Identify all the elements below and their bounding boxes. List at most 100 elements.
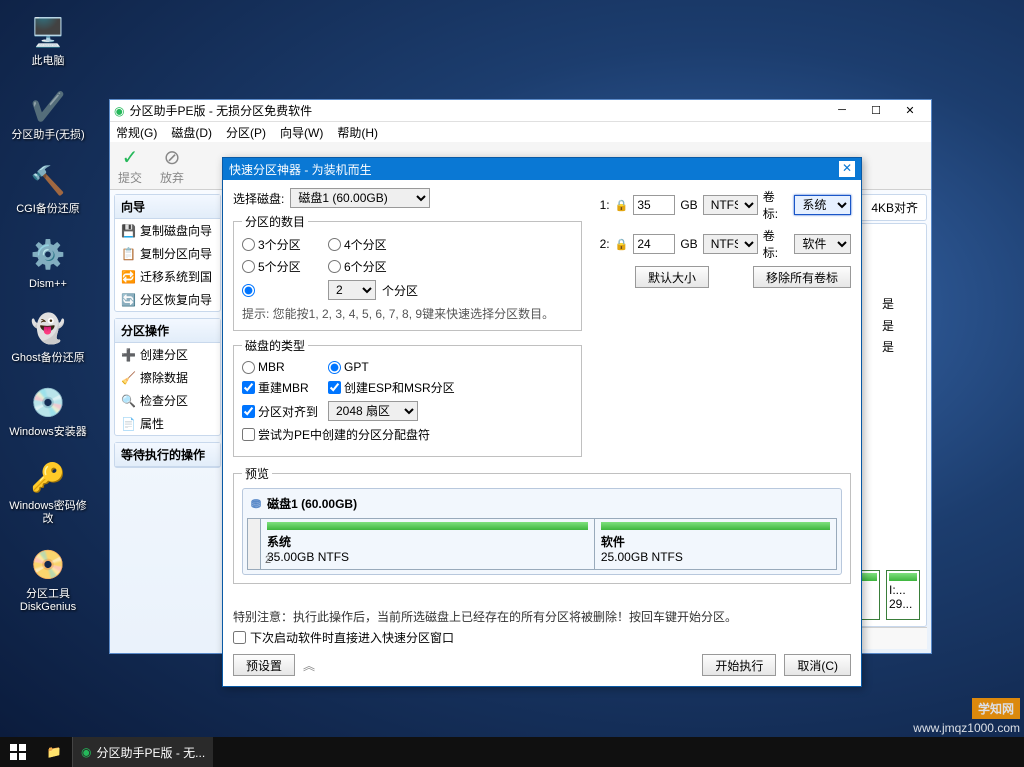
p1-fs-select[interactable]: NTFS <box>703 195 758 215</box>
check-partition-icon: 🔍 <box>121 394 135 408</box>
radio-6[interactable]: 6个分区 <box>328 258 408 275</box>
check-try-pe[interactable]: 尝试为PE中创建的分区分配盘符 <box>242 426 430 443</box>
preview-group: 预览 ⛃磁盘1 (60.00GB) 系统 35.00GB NTFS 2 软件 2… <box>233 465 851 584</box>
check-next-time[interactable]: 下次启动软件时直接进入快速分区窗口 <box>233 629 851 646</box>
op-properties[interactable]: 📄属性 <box>115 412 220 435</box>
partition-row-2: 2: 🔒 GB NTFS 卷标: 软件 <box>596 227 851 261</box>
p2-vol-select[interactable]: 软件 <box>794 234 851 254</box>
app-logo-icon: ◉ <box>114 104 124 118</box>
left-panel: 向导 💾复制磁盘向导 📋复制分区向导 🔁迁移系统到国 🔄分区恢复向导 分区操作 … <box>110 190 225 653</box>
quick-partition-dialog: 快速分区神器 - 为装机而生 ✕ 选择磁盘: 磁盘1 (60.00GB) 分区的… <box>222 157 862 687</box>
taskbar-active-app[interactable]: ◉分区助手PE版 - 无... <box>72 737 213 767</box>
desktop-icon-ghost[interactable]: 👻Ghost备份还原 <box>8 309 88 365</box>
wizard-migrate-os[interactable]: 🔁迁移系统到国 <box>115 265 220 288</box>
disk-select-label: 选择磁盘: <box>233 190 284 207</box>
custom-count-select[interactable]: 2 <box>328 280 376 300</box>
wizard-copy-disk[interactable]: 💾复制磁盘向导 <box>115 219 220 242</box>
desktop-icon-pc[interactable]: 🖥️此电脑 <box>8 12 88 68</box>
col-4k: 4KB对齐 <box>871 199 918 216</box>
partition-icon: 📋 <box>121 247 135 261</box>
p1-size-input[interactable] <box>633 195 675 215</box>
menu-partition[interactable]: 分区(P) <box>226 124 266 141</box>
p2-size-input[interactable] <box>633 234 675 254</box>
app-title: 分区助手PE版 - 无损分区免费软件 <box>129 102 312 119</box>
recover-icon: 🔄 <box>121 293 135 307</box>
lock-icon[interactable]: 🔒 <box>615 199 629 212</box>
wipe-icon: 🧹 <box>121 371 135 385</box>
clear-labels-button[interactable]: 移除所有卷标 <box>753 266 851 288</box>
radio-custom[interactable] <box>242 284 322 297</box>
menu-help[interactable]: 帮助(H) <box>337 124 378 141</box>
desktop-icon-diskgenius[interactable]: 📀分区工具DiskGenius <box>8 545 88 614</box>
panel-pending: 等待执行的操作 <box>114 442 221 468</box>
menu-general[interactable]: 常规(G) <box>116 124 157 141</box>
align-select[interactable]: 2048 扇区 <box>328 401 418 421</box>
op-wipe[interactable]: 🧹擦除数据 <box>115 366 220 389</box>
desktop-icon-winpass[interactable]: 🔑Windows密码修改 <box>8 457 88 526</box>
wizard-copy-partition[interactable]: 📋复制分区向导 <box>115 242 220 265</box>
discard-icon: ⊘ <box>160 145 184 169</box>
preset-button[interactable]: 预设置 <box>233 654 295 676</box>
menu-disk[interactable]: 磁盘(D) <box>171 124 212 141</box>
panel-title-ops: 分区操作 <box>115 319 220 343</box>
preview-bar: 系统 35.00GB NTFS 2 软件 25.00GB NTFS <box>247 518 837 570</box>
default-size-button[interactable]: 默认大小 <box>635 266 709 288</box>
minimize-button[interactable]: ─ <box>825 104 859 117</box>
desktop-icon-wininstall[interactable]: 💿Windows安装器 <box>8 383 88 439</box>
partition-row-1: 1: 🔒 GB NTFS 卷标: 系统 <box>596 188 851 222</box>
start-button[interactable]: 开始执行 <box>702 654 776 676</box>
wizard-recover-partition[interactable]: 🔄分区恢复向导 <box>115 288 220 311</box>
taskbar: 📁 ◉分区助手PE版 - 无... <box>0 737 1024 767</box>
menubar: 常规(G) 磁盘(D) 分区(P) 向导(W) 帮助(H) <box>110 122 931 142</box>
panel-title-wizard: 向导 <box>115 195 220 219</box>
check-align[interactable]: 分区对齐到 <box>242 403 322 420</box>
toolbar-discard[interactable]: ⊘放弃 <box>160 145 184 186</box>
radio-4[interactable]: 4个分区 <box>328 236 408 253</box>
chevron-up-icon[interactable]: ︽ <box>303 657 315 674</box>
maximize-button[interactable]: ☐ <box>859 104 893 117</box>
dialog-title: 快速分区神器 - 为装机而生 <box>229 161 372 178</box>
disk-type-group: 磁盘的类型 MBR GPT 重建MBR 创建ESP和MSR分区 分区对齐到 20… <box>233 337 582 457</box>
count-hint: 提示: 您能按1, 2, 3, 4, 5, 6, 7, 8, 9键来快速选择分区… <box>242 305 573 322</box>
disk-icon: ⛃ <box>251 497 261 511</box>
panel-title-pending: 等待执行的操作 <box>115 443 220 467</box>
watermark: 学知网 www.jmqz1000.com <box>913 698 1020 735</box>
close-button[interactable]: ✕ <box>893 104 927 117</box>
dialog-close-button[interactable]: ✕ <box>839 161 855 177</box>
partition-count-legend: 分区的数目 <box>242 213 308 230</box>
titlebar: ◉ 分区助手PE版 - 无损分区免费软件 ─ ☐ ✕ <box>110 100 931 122</box>
dialog-titlebar: 快速分区神器 - 为装机而生 ✕ <box>223 158 861 180</box>
preview-seg-1[interactable]: 系统 35.00GB NTFS 2 <box>261 519 595 569</box>
disk-select[interactable]: 磁盘1 (60.00GB) <box>290 188 430 208</box>
properties-icon: 📄 <box>121 417 135 431</box>
p1-vol-select[interactable]: 系统 <box>794 195 851 215</box>
radio-5[interactable]: 5个分区 <box>242 258 322 275</box>
radio-3[interactable]: 3个分区 <box>242 236 322 253</box>
disk-icon: 💾 <box>121 224 135 238</box>
radio-gpt[interactable]: GPT <box>328 360 408 374</box>
check-rebuild-mbr[interactable]: 重建MBR <box>242 379 322 396</box>
warning-text: 特别注意：执行此操作后，当前所选磁盘上已经存在的所有分区将被删除！按回车键开始分… <box>233 608 851 625</box>
op-check[interactable]: 🔍检查分区 <box>115 389 220 412</box>
desktop-icon-partition[interactable]: ✔️分区助手(无损) <box>8 86 88 142</box>
op-create[interactable]: ➕创建分区 <box>115 343 220 366</box>
cancel-button[interactable]: 取消(C) <box>784 654 851 676</box>
desktop-icon-cgi[interactable]: 🔨CGI备份还原 <box>8 160 88 216</box>
desktop-icons: 🖥️此电脑 ✔️分区助手(无损) 🔨CGI备份还原 ⚙️Dism++ 👻Ghos… <box>8 12 88 632</box>
check-create-esp[interactable]: 创建ESP和MSR分区 <box>328 379 455 396</box>
lock-icon[interactable]: 🔒 <box>615 238 629 251</box>
menu-wizard[interactable]: 向导(W) <box>280 124 323 141</box>
panel-wizard: 向导 💾复制磁盘向导 📋复制分区向导 🔁迁移系统到国 🔄分区恢复向导 <box>114 194 221 312</box>
p2-fs-select[interactable]: NTFS <box>703 234 758 254</box>
preview-disk-name: 磁盘1 (60.00GB) <box>267 495 357 512</box>
start-button[interactable] <box>0 737 36 767</box>
preview-seg-2[interactable]: 软件 25.00GB NTFS <box>595 519 836 569</box>
partition-count-group: 分区的数目 3个分区 4个分区 5个分区 6个分区 2 个分区 提示: 您能按 <box>233 213 582 331</box>
toolbar-commit[interactable]: ✓提交 <box>118 145 142 186</box>
taskbar-explorer-icon[interactable]: 📁 <box>36 745 72 759</box>
migrate-icon: 🔁 <box>121 270 135 284</box>
desktop-icon-dism[interactable]: ⚙️Dism++ <box>8 235 88 291</box>
panel-partition-ops: 分区操作 ➕创建分区 🧹擦除数据 🔍检查分区 📄属性 <box>114 318 221 436</box>
disk-block[interactable]: I:...29... <box>886 570 920 620</box>
radio-mbr[interactable]: MBR <box>242 360 322 374</box>
